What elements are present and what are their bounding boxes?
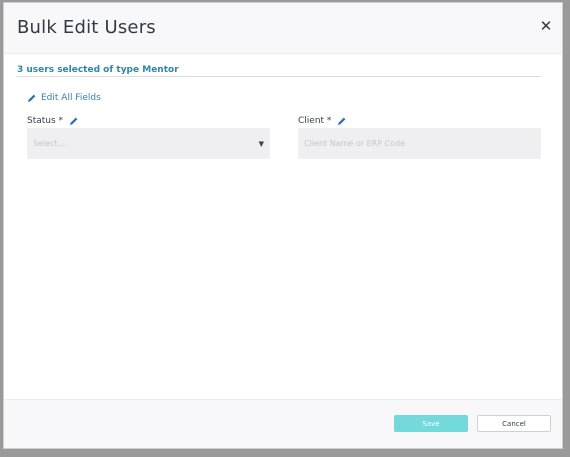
status-label-row: Status * bbox=[27, 114, 79, 127]
cancel-button[interactable]: Cancel bbox=[477, 415, 551, 432]
close-icon[interactable]: ✕ bbox=[538, 18, 554, 34]
client-input[interactable]: Client Name or ERP Code bbox=[298, 128, 541, 159]
save-button[interactable]: Save bbox=[394, 415, 468, 432]
modal-header: Bulk Edit Users ✕ bbox=[4, 3, 562, 54]
status-select-placeholder: Select... bbox=[33, 139, 66, 148]
edit-all-fields-label: Edit All Fields bbox=[41, 93, 101, 103]
pencil-icon[interactable] bbox=[337, 116, 347, 126]
status-select[interactable]: Select... ▼ bbox=[27, 128, 270, 159]
divider bbox=[17, 76, 541, 77]
modal-title: Bulk Edit Users bbox=[17, 17, 156, 38]
client-input-placeholder: Client Name or ERP Code bbox=[304, 139, 406, 148]
edit-all-fields-link[interactable]: Edit All Fields bbox=[27, 91, 101, 105]
selection-summary: 3 users selected of type Mentor bbox=[17, 65, 179, 75]
status-label: Status * bbox=[27, 115, 64, 126]
caret-down-icon: ▼ bbox=[258, 139, 264, 148]
client-label-row: Client * bbox=[298, 114, 347, 127]
pencil-icon bbox=[28, 94, 36, 102]
pencil-icon[interactable] bbox=[69, 116, 79, 126]
bulk-edit-users-modal: Bulk Edit Users ✕ 3 users selected of ty… bbox=[3, 2, 563, 449]
client-label: Client * bbox=[298, 115, 332, 126]
modal-footer: Save Cancel bbox=[4, 399, 562, 448]
